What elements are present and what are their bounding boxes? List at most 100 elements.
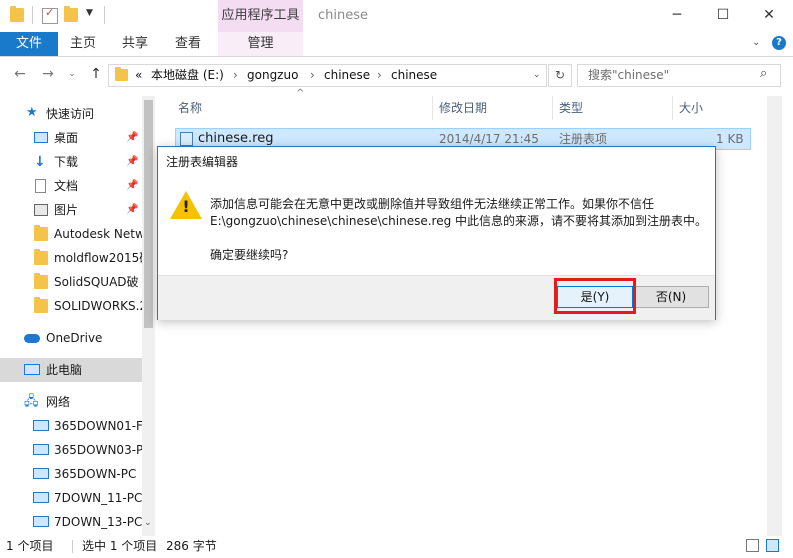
computer-icon: [33, 492, 49, 503]
properties-icon[interactable]: ✓: [42, 6, 58, 24]
file-list-scrollbar[interactable]: [767, 96, 782, 536]
nav-this-pc[interactable]: 此电脑: [0, 358, 142, 382]
nav-documents[interactable]: 文档 📌: [0, 174, 142, 198]
status-selected: 选中 1 个项目: [82, 539, 158, 553]
divider: [104, 6, 105, 24]
registry-file-icon: [180, 132, 193, 146]
breadcrumb-separator-icon: ›: [233, 68, 238, 82]
breadcrumb-separator-icon: ›: [377, 68, 382, 82]
help-icon[interactable]: ?: [772, 36, 786, 50]
column-header-modified[interactable]: 修改日期: [439, 96, 487, 120]
warning-icon-mark: !: [182, 197, 190, 216]
computer-icon: [33, 468, 49, 479]
breadcrumb-drive[interactable]: 本地磁盘 (E:): [151, 65, 224, 86]
nav-network-computer[interactable]: 7DOWN_13-PC: [0, 510, 142, 534]
quick-access-dropdown-icon[interactable]: ▼: [86, 8, 93, 18]
status-bar: 1 个项目 选中 1 个项目 286 字节: [0, 536, 793, 558]
breadcrumb-overflow[interactable]: «: [135, 65, 142, 86]
breadcrumb-gongzuo[interactable]: gongzuo: [247, 65, 298, 86]
column-header-type[interactable]: 类型: [559, 96, 583, 120]
forward-button[interactable]: →: [38, 64, 58, 84]
file-size: 1 KB: [716, 132, 744, 146]
nav-network-computer[interactable]: 7DOWN_11-PC: [0, 486, 142, 510]
pin-icon[interactable]: 📌: [126, 150, 138, 174]
computer-icon: [33, 444, 49, 455]
column-divider[interactable]: [672, 96, 673, 120]
nav-downloads[interactable]: ↓ 下载 📌: [0, 150, 142, 174]
folder-icon: [10, 6, 24, 22]
dialog-message-line2: E:\gongzuo\chinese\chinese\chinese.reg 中…: [210, 214, 708, 228]
divider: [32, 6, 33, 24]
tab-share[interactable]: 共享: [112, 32, 158, 56]
tab-view[interactable]: 查看: [164, 32, 212, 56]
close-icon: ✕: [763, 7, 775, 23]
nav-quick-access[interactable]: ★ 快速访问: [0, 102, 142, 126]
nav-network-computer[interactable]: 365DOWN03-P: [0, 438, 142, 462]
nav-label: 图片: [54, 203, 79, 217]
nav-label: moldflow2015破: [54, 251, 142, 265]
download-icon: ↓: [34, 154, 46, 170]
context-tab-app-tools: 应用程序工具: [218, 0, 303, 32]
breadcrumb-chinese-2[interactable]: chinese: [391, 65, 437, 86]
nav-label: 文档: [54, 179, 79, 193]
search-icon: ⌕: [760, 66, 768, 81]
nav-label: 7DOWN_11-PC: [54, 491, 142, 505]
pin-icon[interactable]: 📌: [126, 174, 138, 198]
close-button[interactable]: ✕: [746, 0, 792, 30]
pin-icon[interactable]: 📌: [126, 198, 138, 222]
pin-icon[interactable]: 📌: [126, 126, 138, 150]
sort-ascending-icon: ^: [296, 88, 305, 99]
nav-folder[interactable]: SolidSQUAD破: [0, 270, 142, 294]
back-button[interactable]: ←: [10, 64, 30, 84]
no-button[interactable]: 否(N): [633, 286, 709, 308]
nav-label: 下载: [54, 155, 79, 169]
status-size: 286 字节: [166, 539, 217, 553]
large-icons-view-icon[interactable]: [766, 539, 779, 552]
maximize-button[interactable]: ☐: [700, 0, 746, 30]
nav-pictures[interactable]: 图片 📌: [0, 198, 142, 222]
column-divider[interactable]: [552, 96, 553, 120]
column-header-size[interactable]: 大小: [679, 96, 703, 120]
search-placeholder: 搜索"chinese": [588, 68, 670, 82]
scroll-down-icon[interactable]: ⌄: [144, 518, 152, 528]
nav-scrollbar-thumb[interactable]: [144, 100, 153, 328]
new-folder-icon[interactable]: [64, 6, 78, 22]
nav-folder[interactable]: SOLIDWORKS.2: [0, 294, 142, 318]
back-arrow-icon: ←: [14, 66, 26, 82]
address-dropdown-icon[interactable]: ⌄: [533, 65, 541, 86]
nav-folder[interactable]: Autodesk Netw: [0, 222, 142, 246]
divider: [72, 540, 73, 553]
address-bar[interactable]: « 本地磁盘 (E:) › gongzuo › chinese › chines…: [108, 64, 547, 87]
nav-label: 网络: [46, 395, 71, 409]
nav-label: 此电脑: [46, 363, 83, 377]
tab-manage[interactable]: 管理: [218, 32, 303, 56]
search-input[interactable]: 搜索"chinese" ⌕: [577, 64, 781, 87]
registry-editor-dialog: 注册表编辑器 ! 添加信息可能会在无意中更改或删除值并导致组件无法继续正常工作。…: [157, 146, 716, 320]
minimize-icon: ─: [672, 7, 682, 23]
nav-label: SOLIDWORKS.2: [54, 299, 142, 313]
up-button[interactable]: ↑: [86, 64, 106, 84]
maximize-icon: ☐: [716, 7, 730, 23]
tab-home[interactable]: 主页: [60, 32, 106, 56]
nav-onedrive[interactable]: OneDrive: [0, 326, 142, 350]
details-view-icon[interactable]: [746, 539, 759, 552]
picture-icon: [34, 204, 48, 216]
nav-network-computer[interactable]: 365DOWN-PC: [0, 462, 142, 486]
tab-file[interactable]: 文件: [0, 32, 58, 56]
document-icon: [35, 179, 46, 193]
folder-icon: [115, 67, 128, 81]
minimize-button[interactable]: ─: [654, 0, 700, 30]
nav-network[interactable]: 🖧 网络: [0, 390, 142, 414]
column-header-name[interactable]: 名称: [178, 96, 202, 120]
column-divider[interactable]: [432, 96, 433, 120]
nav-network-computer[interactable]: 365DOWN01-F: [0, 414, 142, 438]
computer-icon: [33, 516, 49, 527]
forward-arrow-icon: →: [42, 66, 54, 82]
breadcrumb-chinese-1[interactable]: chinese: [324, 65, 370, 86]
recent-locations-button[interactable]: ⌄: [62, 64, 82, 84]
computer-icon: [24, 364, 40, 375]
nav-folder[interactable]: moldflow2015破: [0, 246, 142, 270]
nav-desktop[interactable]: 桌面 📌: [0, 126, 142, 150]
refresh-button[interactable]: ↻: [548, 64, 572, 87]
ribbon-expand-icon[interactable]: ⌄: [752, 37, 760, 48]
